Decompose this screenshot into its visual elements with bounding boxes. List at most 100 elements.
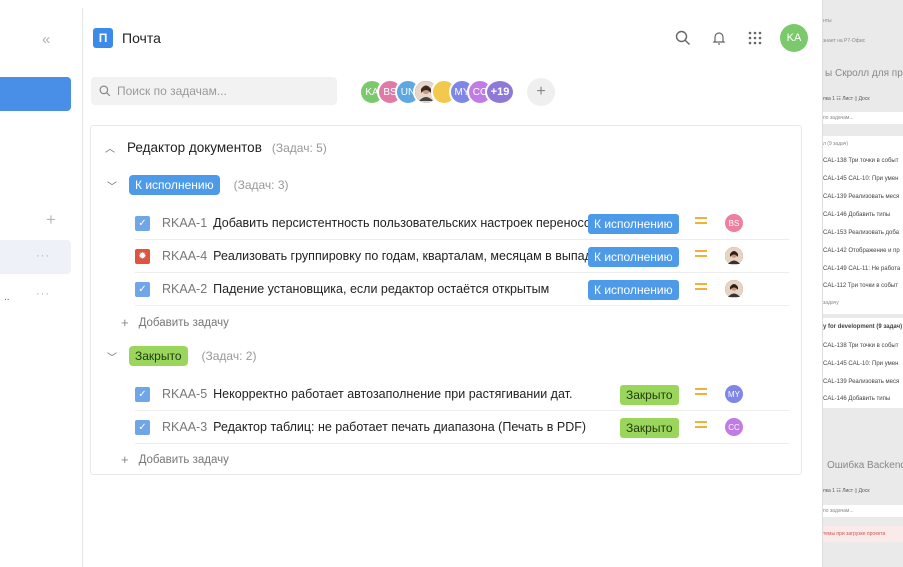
- project-header[interactable]: ︿ Редактор документов (Задач: 5): [105, 140, 327, 155]
- left-sidebar: « + ··· .. ···: [0, 0, 82, 567]
- task-title[interactable]: Падение установщика, если редактор остаё…: [213, 282, 623, 296]
- add-task-label: Добавить задачу: [138, 316, 229, 329]
- bg-item: CAL-138 Три точки в событ: [823, 343, 899, 349]
- sidebar-truncated-text: ..: [4, 292, 10, 303]
- task-status[interactable]: К исполнению: [588, 280, 679, 300]
- chevron-down-icon[interactable]: ﹀: [107, 349, 123, 364]
- task-row[interactable]: ✓ RKAA-5 Некорректно работает автозаполн…: [135, 378, 789, 411]
- bg-item: CAL-145 CAL-10: При умен: [823, 176, 899, 182]
- app-header: П Почта: [93, 28, 161, 48]
- task-type-icon: ✓: [135, 386, 150, 402]
- plus-icon: +: [121, 315, 129, 330]
- task-row[interactable]: ✹ RKAA-4 Реализовать группировку по года…: [135, 240, 789, 273]
- task-status[interactable]: Закрыто: [620, 418, 679, 438]
- task-row[interactable]: ✓ RKAA-3 Редактор таблиц: не работает пе…: [135, 411, 789, 444]
- main-panel: П Почта KA KA BS UN MY CC +19 + ︿ Ред: [82, 8, 822, 567]
- task-status[interactable]: К исполнению: [588, 247, 679, 267]
- assignee-avatar[interactable]: MY: [725, 385, 743, 403]
- task-title[interactable]: Редактор таблиц: не работает печать диап…: [213, 420, 623, 434]
- bg-item: CAL-149 CAL-11: Не работа: [823, 266, 901, 272]
- bug-icon: ✹: [135, 248, 150, 264]
- task-title[interactable]: Добавить персистентность пользовательски…: [213, 216, 623, 230]
- bg-item: CAL-153 Реализовать доба: [823, 230, 899, 236]
- bg-text: нты: [823, 18, 832, 24]
- group-header-todo[interactable]: ﹀ К исполнению (Задач: 3): [107, 175, 289, 195]
- task-type-icon: ✓: [135, 419, 150, 435]
- assignee-photo-avatar[interactable]: [725, 280, 743, 298]
- sidebar-active-item[interactable]: [0, 77, 71, 111]
- sidebar-more-icon[interactable]: ···: [36, 250, 50, 262]
- task-type-icon: ✓: [135, 215, 150, 231]
- bg-search-text: по задачам...: [823, 115, 854, 121]
- task-key[interactable]: RKAA-5: [162, 387, 207, 401]
- bg-item: CAL-145 CAL-10: При умен: [823, 361, 899, 367]
- assignee-avatar[interactable]: BS: [725, 214, 743, 232]
- bell-icon[interactable]: [708, 27, 730, 49]
- bg-group: л (9 задач): [823, 141, 849, 147]
- assignee-avatar[interactable]: CC: [725, 418, 743, 436]
- bg-error-text: темы при загрузке проекта: [823, 531, 886, 537]
- priority-medium-icon[interactable]: [695, 250, 707, 260]
- user-avatar[interactable]: KA: [780, 24, 808, 52]
- project-card: ︿ Редактор документов (Задач: 5) ﹀ К исп…: [90, 125, 802, 475]
- more-members-badge[interactable]: +19: [485, 79, 515, 105]
- bg-title: ы Скролл для про: [825, 68, 903, 79]
- bg-item: CAL-139 Реализовать меся: [823, 379, 900, 385]
- add-task-button[interactable]: + Добавить задачу: [121, 315, 229, 330]
- bg-item: CAL-138 Три точки в событ: [823, 158, 899, 164]
- task-key[interactable]: RKAA-2: [162, 282, 207, 296]
- chevron-up-icon[interactable]: ︿: [105, 140, 121, 155]
- bg-group: y for development (9 задач): [823, 324, 903, 330]
- priority-medium-icon[interactable]: [695, 388, 707, 398]
- priority-medium-icon[interactable]: [695, 283, 707, 293]
- add-member-button[interactable]: +: [527, 78, 555, 106]
- bg-text: знает на Р7-Офис: [823, 38, 866, 44]
- group-task-count: (Задач: 2): [201, 349, 257, 363]
- task-key[interactable]: RKAA-1: [162, 216, 207, 230]
- bg-item: CAL-142 Отображение и пр: [823, 248, 900, 254]
- bg-item: CAL-112 Три точки в событ: [823, 283, 898, 289]
- bg-tabs: пка 1 ☷ Лист ▯ Доск: [823, 488, 870, 494]
- search-icon[interactable]: [672, 27, 694, 49]
- project-members[interactable]: KA BS UN MY CC +19 +: [359, 78, 555, 106]
- task-search[interactable]: [91, 77, 337, 105]
- plus-icon: +: [121, 452, 129, 467]
- project-task-count: (Задач: 5): [271, 140, 327, 155]
- task-status[interactable]: К исполнению: [588, 214, 679, 234]
- task-title[interactable]: Некорректно работает автозаполнение при …: [213, 387, 623, 401]
- bg-tabs: пка 1 ☷ Лист ▯ Доск: [823, 96, 870, 102]
- apps-grid-icon[interactable]: [744, 27, 766, 49]
- sidebar-more-icon-2[interactable]: ···: [36, 288, 50, 300]
- app-title: Почта: [122, 30, 161, 46]
- group-task-count: (Задач: 3): [233, 178, 289, 192]
- search-input[interactable]: [117, 84, 317, 98]
- app-logo-icon: П: [93, 28, 113, 48]
- bg-add: задачу: [823, 300, 839, 306]
- group-status-badge: Закрыто: [129, 346, 188, 366]
- bg-item: CAL-146 Добавить типы: [823, 396, 891, 402]
- task-type-icon: ✓: [135, 281, 150, 297]
- bg-item: CAL-139 Реализовать меся: [823, 194, 900, 200]
- sidebar-add-icon[interactable]: +: [46, 210, 56, 230]
- task-row[interactable]: ✓ RKAA-2 Падение установщика, если редак…: [135, 273, 789, 306]
- task-title[interactable]: Реализовать группировку по годам, кварта…: [213, 249, 623, 263]
- add-task-label: Добавить задачу: [138, 453, 229, 466]
- project-title: Редактор документов: [127, 140, 262, 155]
- priority-medium-icon[interactable]: [695, 217, 707, 227]
- task-row[interactable]: ✓ RKAA-1 Добавить персистентность пользо…: [135, 207, 789, 240]
- top-gap: [82, 0, 822, 8]
- collapse-sidebar-icon[interactable]: «: [42, 31, 50, 48]
- group-header-done[interactable]: ﹀ Закрыто (Задач: 2): [107, 346, 256, 366]
- task-key[interactable]: RKAA-4: [162, 249, 207, 263]
- group-status-badge: К исполнению: [129, 175, 220, 195]
- task-status[interactable]: Закрыто: [620, 385, 679, 405]
- bg-title: Ошибка Backend: [827, 460, 903, 471]
- chevron-down-icon[interactable]: ﹀: [107, 178, 123, 193]
- assignee-photo-avatar[interactable]: [725, 247, 743, 265]
- add-task-button[interactable]: + Добавить задачу: [121, 452, 229, 467]
- search-field-icon: [99, 85, 111, 97]
- header-actions: KA: [672, 24, 808, 52]
- task-key[interactable]: RKAA-3: [162, 420, 207, 434]
- priority-medium-icon[interactable]: [695, 421, 707, 431]
- background-window: нты знает на Р7-Офис ы Скролл для про пк…: [822, 0, 903, 567]
